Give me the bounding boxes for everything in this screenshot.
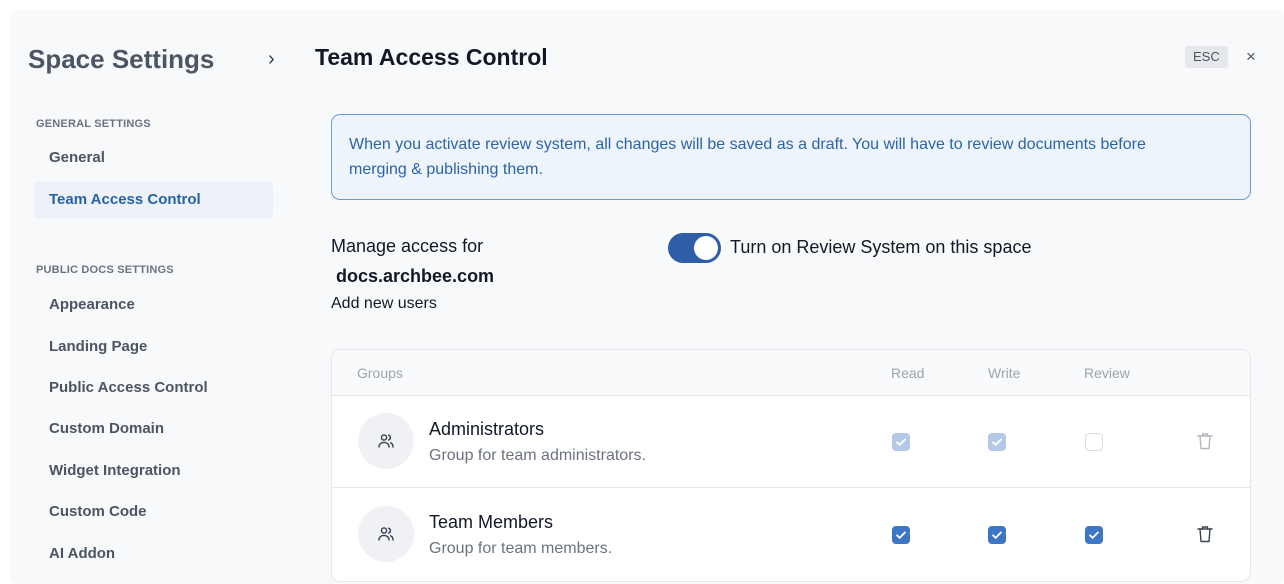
read-checkbox[interactable] bbox=[892, 526, 910, 544]
trash-icon[interactable] bbox=[1196, 431, 1214, 451]
review-checkbox[interactable] bbox=[1085, 526, 1103, 544]
sidebar-item-general[interactable]: General bbox=[34, 139, 273, 177]
group-description: Group for team members. bbox=[429, 540, 613, 557]
sidebar-item-appearance[interactable]: Appearance bbox=[34, 286, 273, 324]
sidebar-item-ai-addon[interactable]: AI Addon bbox=[34, 535, 273, 573]
group-description: Group for team administrators. bbox=[429, 447, 646, 464]
group-name: Team Members bbox=[429, 512, 554, 532]
info-text-line-2: merging & publishing them. bbox=[349, 161, 543, 178]
column-header-review: Review bbox=[1084, 365, 1130, 381]
review-system-toggle-label: Turn on Review System on this space bbox=[730, 237, 1032, 257]
space-settings-title: Space Settings bbox=[28, 44, 215, 74]
users-icon bbox=[378, 434, 394, 448]
review-info-callout: When you activate review system, all cha… bbox=[331, 114, 1251, 200]
sidebar-item-custom-domain[interactable]: Custom Domain bbox=[34, 410, 273, 448]
chevron-right-icon: › bbox=[268, 48, 275, 70]
review-system-toggle[interactable] bbox=[668, 233, 721, 263]
review-checkbox[interactable] bbox=[1085, 433, 1103, 451]
info-text-line-1: When you activate review system, all cha… bbox=[349, 136, 1146, 153]
check-icon bbox=[992, 438, 1002, 446]
add-new-users-link[interactable]: Add new users bbox=[331, 295, 437, 313]
users-icon bbox=[378, 527, 394, 541]
column-header-groups: Groups bbox=[357, 365, 403, 381]
sidebar-item-landing-page[interactable]: Landing Page bbox=[34, 328, 273, 366]
column-header-write: Write bbox=[988, 365, 1021, 381]
write-checkbox[interactable] bbox=[988, 433, 1006, 451]
sidebar-item-team-access-control[interactable]: Team Access Control bbox=[34, 181, 273, 219]
read-checkbox[interactable] bbox=[892, 433, 910, 451]
sidebar-item-public-access-control[interactable]: Public Access Control bbox=[34, 369, 273, 407]
table-row-administrators: Administrators Group for team administra… bbox=[332, 396, 1250, 488]
check-icon bbox=[992, 531, 1002, 539]
sidebar-section-public-docs: PUBLIC DOCS SETTINGS bbox=[36, 264, 174, 276]
manage-access-label: Manage access for bbox=[331, 236, 484, 256]
group-avatar bbox=[358, 506, 414, 562]
close-icon[interactable]: × bbox=[1240, 46, 1262, 68]
check-icon bbox=[896, 531, 906, 539]
check-icon bbox=[896, 438, 906, 446]
check-icon bbox=[1089, 531, 1099, 539]
toggle-knob bbox=[694, 236, 718, 260]
manage-access-domain: docs.archbee.com bbox=[336, 266, 495, 286]
table-header: Groups Read Write Review bbox=[332, 350, 1250, 396]
settings-modal: Space Settings › Team Access Control ESC… bbox=[10, 10, 1284, 584]
sidebar-item-widget-integration[interactable]: Widget Integration bbox=[34, 452, 273, 490]
table-row-team-members: Team Members Group for team members. bbox=[332, 489, 1250, 581]
groups-table: Groups Read Write Review Administrators … bbox=[331, 349, 1251, 582]
group-name: Administrators bbox=[429, 419, 545, 439]
sidebar-item-custom-code[interactable]: Custom Code bbox=[34, 493, 273, 531]
trash-icon[interactable] bbox=[1196, 524, 1214, 544]
esc-badge: ESC bbox=[1185, 46, 1228, 68]
sidebar-section-general: GENERAL SETTINGS bbox=[36, 118, 151, 130]
write-checkbox[interactable] bbox=[988, 526, 1006, 544]
page-title: Team Access Control bbox=[315, 44, 548, 70]
column-header-read: Read bbox=[891, 365, 925, 381]
group-avatar bbox=[358, 413, 414, 469]
